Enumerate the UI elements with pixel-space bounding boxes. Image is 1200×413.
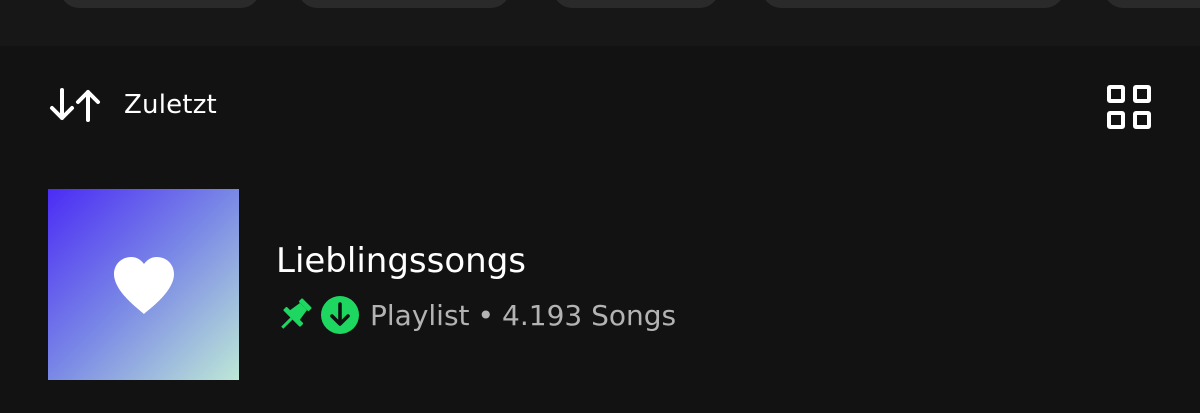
- filter-chip[interactable]: [553, 0, 719, 8]
- filter-chip[interactable]: [762, 0, 1064, 8]
- filter-chip[interactable]: [60, 0, 260, 8]
- playlist-type: Playlist: [370, 298, 470, 332]
- playlist-title: Lieblingssongs: [276, 241, 526, 281]
- sort-arrows-icon: [48, 84, 104, 126]
- grid-view-icon: [1106, 85, 1152, 134]
- list-item-liked-songs[interactable]: Lieblingssongs Playlist • 4.193 Songs: [48, 189, 1158, 381]
- playlist-cover: [48, 189, 239, 380]
- sort-button[interactable]: Zuletzt: [48, 84, 217, 126]
- playlist-meta: Playlist • 4.193 Songs: [276, 295, 676, 335]
- grid-view-toggle[interactable]: [1106, 84, 1152, 130]
- heart-icon: [110, 254, 178, 316]
- meta-separator: •: [477, 298, 495, 332]
- filter-chip[interactable]: [298, 0, 510, 8]
- song-count: 4.193 Songs: [502, 298, 677, 332]
- filter-chip[interactable]: [1104, 0, 1200, 8]
- sort-label: Zuletzt: [124, 90, 217, 120]
- library-screen: Zuletzt Lieblingssongs Playlist • 4.193 …: [0, 0, 1200, 413]
- pin-icon: [276, 296, 314, 334]
- filter-chips-bar: [0, 0, 1200, 46]
- download-icon: [320, 295, 360, 335]
